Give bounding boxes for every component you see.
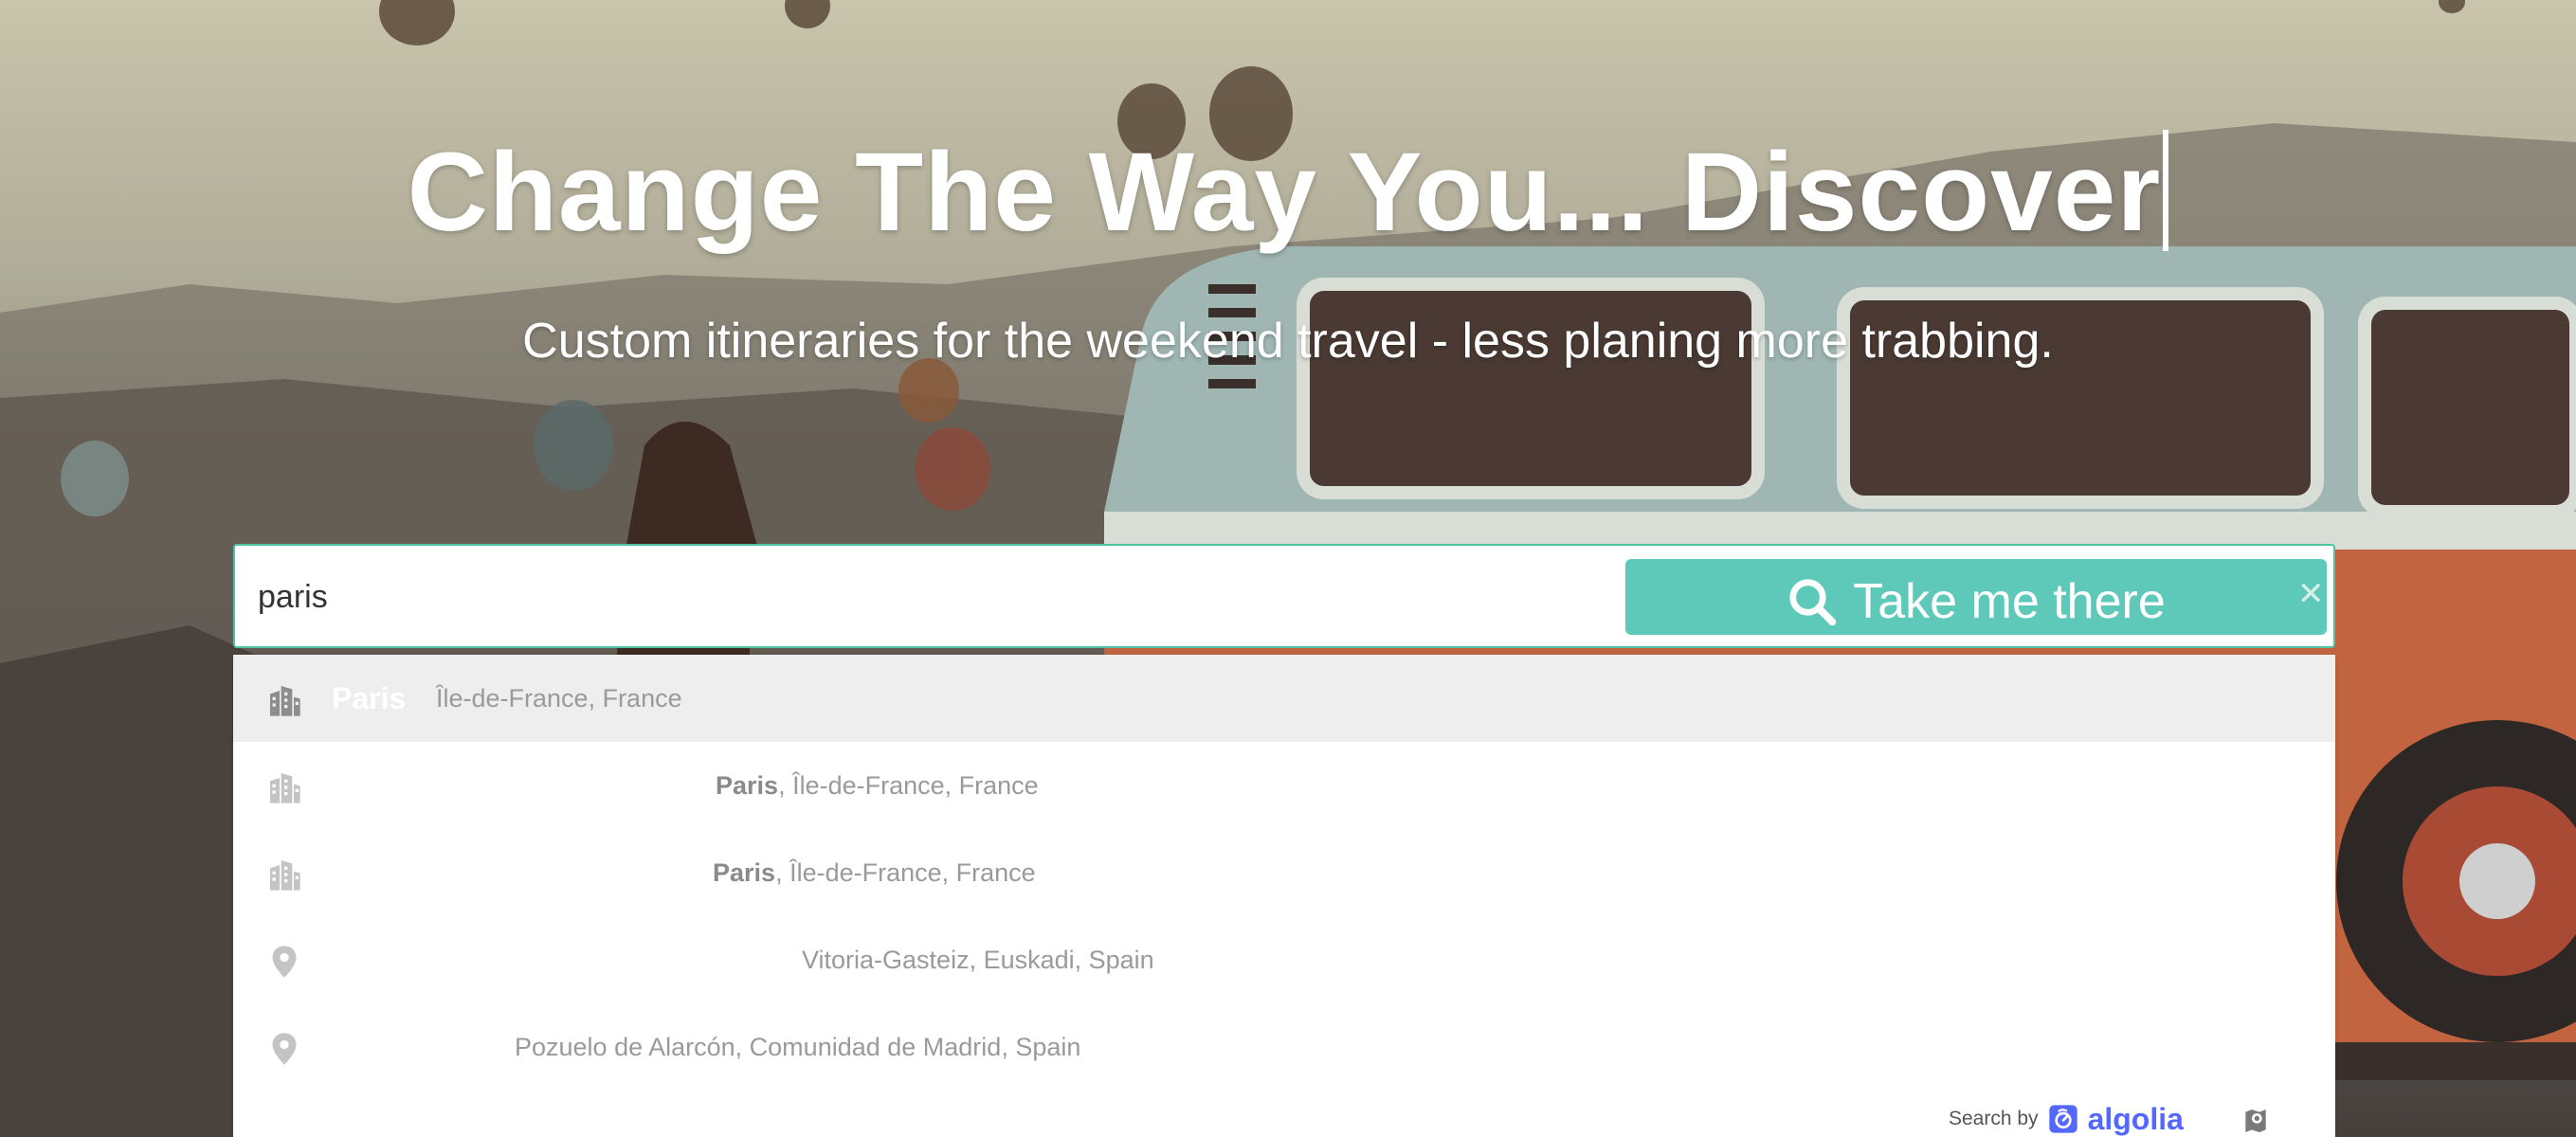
- take-me-there-label: Take me there: [1853, 574, 2166, 629]
- close-icon[interactable]: ✕: [2297, 578, 2325, 610]
- algolia-credit[interactable]: Search by algolia: [1949, 1100, 2184, 1137]
- suggestion-item[interactable]: Paris Île-de-France, France: [233, 655, 2335, 742]
- suggestion-name: Paris: [332, 681, 407, 715]
- suggestion-detail: , Île-de-France, France: [778, 771, 1039, 800]
- search-by-label: Search by: [1949, 1108, 2039, 1129]
- city-icon: [270, 773, 300, 803]
- suggestion-item[interactable]: Paris, Île-de-France, France: [233, 829, 2335, 916]
- search-bar: Take me there ✕: [233, 544, 2335, 648]
- places-logo-icon: [2245, 1110, 2266, 1132]
- take-me-there-button[interactable]: Take me there: [1625, 559, 2327, 635]
- suggestion-detail: , Île-de-France, France: [775, 858, 1036, 887]
- hero-headline-text: Change The Way You... Discover: [407, 130, 2162, 255]
- city-icon: [270, 860, 300, 891]
- suggestion-item[interactable]: Paris, Île-de-France, France: [233, 742, 2335, 829]
- hero-subheadline: Custom itineraries for the weekend trave…: [522, 314, 2054, 369]
- suggestion-text: Paris, Île-de-France, France: [716, 742, 1039, 829]
- algolia-logo-icon: [2048, 1105, 2077, 1133]
- suggestions-dropdown: Paris Île-de-France, France Paris, Île-d…: [233, 655, 2335, 1137]
- search-input[interactable]: [256, 546, 1814, 648]
- hero-headline: Change The Way You... Discover: [0, 128, 2576, 257]
- suggestion-name: Paris: [713, 858, 776, 887]
- hero-section: Change The Way You... Discover Custom it…: [0, 0, 2576, 1137]
- suggestion-item[interactable]: Vitoria-Gasteiz, Euskadi, Spain: [233, 916, 2335, 1003]
- suggestion-name: Paris: [716, 771, 779, 800]
- suggestion-item[interactable]: Pozuelo de Alarcón, Comunidad de Madrid,…: [233, 1003, 2335, 1091]
- pin-icon: [272, 946, 297, 978]
- suggestion-detail: Île-de-France, France: [436, 684, 682, 713]
- suggestion-detail: Vitoria-Gasteiz, Euskadi, Spain: [802, 946, 1154, 974]
- suggestion-text: Paris, Île-de-France, France: [713, 829, 1036, 916]
- pin-icon: [272, 1033, 297, 1065]
- search-icon: [1789, 579, 1837, 626]
- suggestion-detail: Pozuelo de Alarcón, Comunidad de Madrid,…: [515, 1033, 1081, 1061]
- typing-caret: [2163, 130, 2169, 251]
- city-icon: [270, 686, 300, 716]
- algolia-brand: algolia: [2087, 1101, 2184, 1136]
